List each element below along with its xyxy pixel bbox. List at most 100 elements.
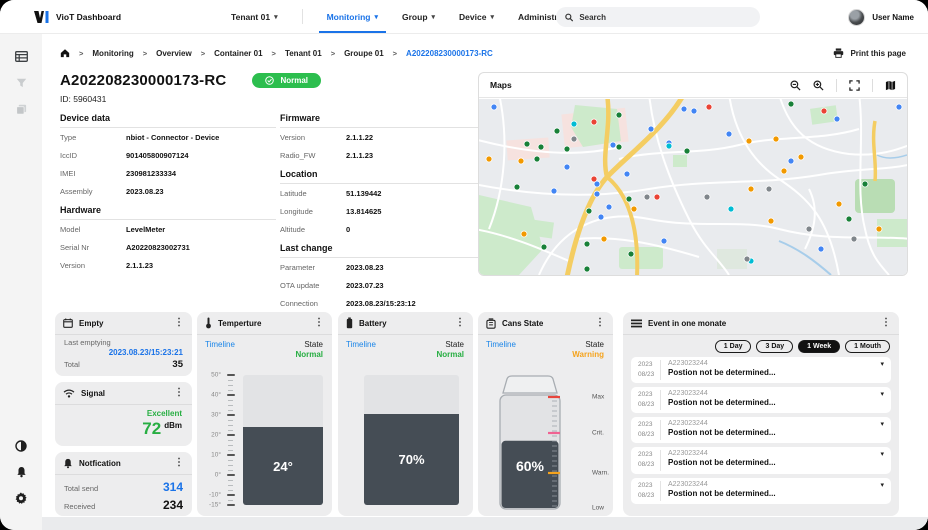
breadcrumb-item[interactable]: Container 01 bbox=[214, 49, 262, 58]
settings-gear-icon[interactable] bbox=[13, 490, 29, 506]
chevron-down-icon: ▾ bbox=[375, 13, 379, 21]
breadcrumb-separator: > bbox=[79, 49, 83, 58]
spec-row: Latitude51.139442 bbox=[280, 184, 480, 202]
toolbar-divider bbox=[836, 79, 837, 92]
fullscreen-icon[interactable] bbox=[849, 80, 860, 91]
timeline-link[interactable]: Timeline bbox=[486, 340, 516, 349]
timeline-link[interactable]: Timeline bbox=[346, 340, 376, 349]
kebab-menu-icon[interactable]: ⋮ bbox=[455, 318, 465, 328]
kebab-menu-icon[interactable]: ⋮ bbox=[174, 318, 184, 328]
spec-row: Version2.1.1.22 bbox=[280, 128, 480, 146]
kebab-menu-icon[interactable]: ⋮ bbox=[314, 318, 324, 328]
table-view-icon[interactable] bbox=[13, 48, 29, 64]
card-title: Event in one monate bbox=[648, 319, 726, 328]
card-title: Notfication bbox=[79, 459, 121, 468]
user-name: User Name bbox=[872, 13, 914, 22]
filter-icon[interactable] bbox=[13, 75, 29, 91]
device-data-column: Device data Typenbiot - Connector - Devi… bbox=[60, 108, 276, 274]
search-input[interactable] bbox=[579, 13, 751, 22]
section-heading: Location bbox=[280, 164, 480, 184]
zoom-in-icon[interactable] bbox=[813, 80, 824, 91]
notification-card: Notfication ⋮ Total send 314 Received 23… bbox=[55, 452, 192, 516]
expand-caret-icon[interactable]: ▾ bbox=[880, 420, 884, 428]
maps-panel: Maps bbox=[478, 72, 908, 276]
state-label: State bbox=[436, 340, 464, 349]
breadcrumb-item[interactable]: Overview bbox=[156, 49, 192, 58]
section-heading: Hardware bbox=[60, 200, 276, 220]
kebab-menu-icon[interactable]: ⋮ bbox=[595, 318, 605, 328]
empty-card: Empty ⋮ Last emptying 2023.08.23/15:23:2… bbox=[55, 312, 192, 376]
menu-monitoring[interactable]: Monitoring▾ bbox=[327, 0, 378, 33]
search-bar[interactable] bbox=[556, 7, 760, 27]
level-low: Low bbox=[592, 505, 604, 512]
temperature-scale: 50° 40° 30° 20° 10° 0° -10° -15° bbox=[201, 375, 237, 505]
signal-quality: Excellent bbox=[65, 409, 182, 418]
breadcrumb-item[interactable]: Monitoring bbox=[92, 49, 133, 58]
breadcrumb-item[interactable]: Groupe 01 bbox=[344, 49, 384, 58]
filter-1-week[interactable]: 1 Week bbox=[798, 340, 840, 353]
kebab-menu-icon[interactable]: ⋮ bbox=[174, 458, 184, 468]
top-navbar: VioT Dashboard Tenant 01▾ Monitoring▾ Gr… bbox=[0, 0, 928, 34]
signal-card: Signal ⋮ Excellent 72 dBm bbox=[55, 382, 192, 446]
device-title: A202208230000173-RC bbox=[60, 72, 226, 89]
menu-group[interactable]: Group▾ bbox=[402, 0, 435, 33]
kebab-menu-icon[interactable]: ⋮ bbox=[174, 388, 184, 398]
spec-row: Longitude13.814625 bbox=[280, 202, 480, 220]
user-menu[interactable]: User Name bbox=[848, 0, 914, 34]
last-emptying-value: 2023.08.23/15:23:21 bbox=[64, 348, 183, 357]
event-row[interactable]: 202308/23 A223023244Postion not be deter… bbox=[631, 387, 891, 413]
breadcrumb-item-current[interactable]: A202208230000173-RC bbox=[406, 49, 493, 58]
state-label: State bbox=[295, 340, 323, 349]
level-crit: Crit. bbox=[592, 430, 604, 437]
kebab-menu-icon[interactable]: ⋮ bbox=[881, 318, 891, 328]
list-icon bbox=[631, 319, 642, 328]
filter-3-day[interactable]: 3 Day bbox=[756, 340, 793, 353]
status-badge[interactable]: Normal bbox=[252, 73, 321, 88]
printer-icon bbox=[833, 48, 844, 58]
event-row[interactable]: 202308/23 A223023244Postion not be deter… bbox=[631, 417, 891, 443]
map-canvas[interactable] bbox=[479, 99, 907, 275]
notifications-bell-icon[interactable] bbox=[13, 464, 29, 480]
event-row[interactable]: 202308/23 A223023244Postion not be deter… bbox=[631, 478, 891, 504]
battery-card: Battery ⋮ Timeline State Normal 70% bbox=[338, 312, 473, 516]
notif-total-send: Total send 314 bbox=[55, 475, 192, 496]
spec-row: IccID901405800907124 bbox=[60, 146, 276, 164]
expand-caret-icon[interactable]: ▾ bbox=[880, 450, 884, 458]
app-window: VioT Dashboard Tenant 01▾ Monitoring▾ Gr… bbox=[0, 0, 928, 530]
spec-row: Assembly2023.08.23 bbox=[60, 182, 276, 200]
menu-device[interactable]: Device▾ bbox=[459, 0, 494, 33]
event-row[interactable]: 202308/23 A223023244Postion not be deter… bbox=[631, 357, 891, 383]
dark-mode-icon[interactable] bbox=[13, 438, 29, 454]
bottom-scroll-gutter bbox=[42, 517, 928, 530]
wifi-icon bbox=[63, 389, 75, 398]
state-label: State bbox=[572, 340, 604, 349]
menu-tenant[interactable]: Tenant 01▾ bbox=[231, 0, 278, 33]
expand-caret-icon[interactable]: ▾ bbox=[880, 481, 884, 489]
can-gauge: 60% Max Crit. Warn. Low bbox=[490, 367, 570, 513]
cans-state-card: Cans State ⋮ Timeline State Warning bbox=[478, 312, 613, 516]
temperature-card: Temperture ⋮ Timeline State Normal 50° 4… bbox=[197, 312, 332, 516]
maps-header: Maps bbox=[479, 73, 907, 98]
level-warn: Warn. bbox=[592, 470, 609, 477]
event-row[interactable]: 202308/23 A223023244Postion not be deter… bbox=[631, 447, 891, 473]
breadcrumb-item[interactable]: Tenant 01 bbox=[285, 49, 322, 58]
battery-icon bbox=[346, 317, 353, 329]
expand-caret-icon[interactable]: ▾ bbox=[880, 360, 884, 368]
spec-row: Altitude0 bbox=[280, 220, 480, 238]
filter-1-day[interactable]: 1 Day bbox=[715, 340, 752, 353]
expand-caret-icon[interactable]: ▾ bbox=[880, 390, 884, 398]
copy-pages-icon[interactable] bbox=[13, 101, 29, 117]
cans-state: Warning bbox=[572, 350, 604, 359]
zoom-out-icon[interactable] bbox=[790, 80, 801, 91]
battery-value: 70% bbox=[398, 452, 424, 467]
toolbar-divider bbox=[872, 79, 873, 92]
events-card: Event in one monate ⋮ 1 Day 3 Day 1 Week… bbox=[623, 312, 899, 516]
filter-1-month[interactable]: 1 Mouth bbox=[845, 340, 890, 353]
home-icon[interactable] bbox=[60, 48, 70, 58]
map-layers-icon[interactable] bbox=[885, 80, 896, 91]
timeline-link[interactable]: Timeline bbox=[205, 340, 235, 349]
card-title: Cans State bbox=[502, 319, 543, 328]
print-page-button[interactable]: Print this page bbox=[833, 48, 906, 58]
app-logo[interactable]: VioT Dashboard bbox=[34, 11, 121, 23]
last-emptying: Last emptying 2023.08.23/15:23:21 bbox=[55, 335, 192, 357]
